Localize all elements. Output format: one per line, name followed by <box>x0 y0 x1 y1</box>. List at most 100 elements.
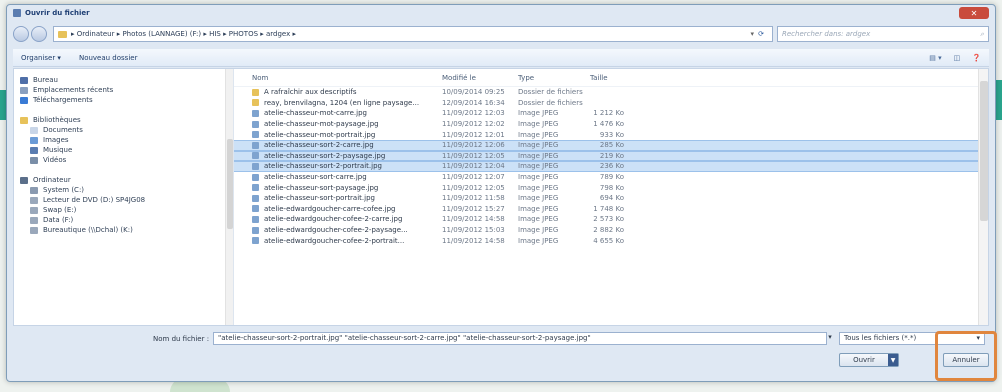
file-name: atelie-chasseur-sort-2-carre.jpg <box>264 141 374 150</box>
views-icon[interactable]: ▤ ▾ <box>929 54 941 62</box>
sidebar-item[interactable]: Téléchargements <box>20 95 233 105</box>
search-icon[interactable]: ⌕ <box>980 30 984 39</box>
help-icon[interactable]: ❓ <box>972 54 981 62</box>
sidebar-item[interactable]: Vidéos <box>20 155 233 165</box>
file-row[interactable]: atelie-edwardgoucher-cofee-2-paysage... 1… <box>234 225 988 236</box>
file-row[interactable]: atelie-chasseur-sort-2-carre.jpg 11/09/20… <box>234 139 988 151</box>
file-name-cell: atelie-edwardgoucher-cofee-2-paysage... <box>252 226 442 234</box>
file-name: atelie-chasseur-sort-2-portrait.jpg <box>264 162 382 171</box>
file-row[interactable]: atelie-edwardgoucher-cofee-2-carre.jpg 11… <box>234 214 988 225</box>
image-file-icon <box>252 215 259 223</box>
file-type: Image JPEG <box>518 162 559 171</box>
file-name: atelie-chasseur-sort-portrait.jpg <box>264 194 375 203</box>
folder-icon <box>58 30 67 38</box>
close-button[interactable]: ✕ <box>959 7 989 19</box>
file-row[interactable]: atelie-edwardgoucher-carre-cofee.jpg 11/0… <box>234 204 988 215</box>
file-type: Image JPEG <box>518 226 559 235</box>
file-list-scrollbar[interactable] <box>978 69 988 325</box>
sidebar-item-label: Bibliothèques <box>33 116 81 124</box>
image-file-icon <box>252 120 259 128</box>
sidebar-item[interactable]: Data (F:) <box>20 215 233 225</box>
file-row[interactable]: atelie-edwardgoucher-cofee-2-portrait...… <box>234 235 988 246</box>
sidebar-item[interactable]: Ordinateur <box>20 175 233 185</box>
organize-button[interactable]: Organiser ▾ <box>21 54 61 62</box>
search-input[interactable]: Rechercher dans: ardgex ⌕ <box>777 26 989 42</box>
sidebar-item[interactable]: Bibliothèques <box>20 115 233 125</box>
forward-button[interactable] <box>31 26 47 42</box>
file-name: atelie-edwardgoucher-cofee-2-paysage... <box>264 226 408 235</box>
open-split-arrow-icon[interactable]: ▼ <box>888 354 898 366</box>
file-row[interactable]: atelie-chasseur-mot-paysage.jpg 11/09/201… <box>234 119 988 130</box>
sidebar-item-label: Swap (E:) <box>43 206 77 214</box>
column-date-header[interactable]: Modifié le <box>442 74 518 82</box>
sidebar-item-icon <box>20 116 28 124</box>
sidebar-item[interactable]: System (C:) <box>20 185 233 195</box>
file-name-cell: atelie-edwardgoucher-cofee-2-carre.jpg <box>252 215 442 223</box>
file-name-cell: atelie-chasseur-mot-paysage.jpg <box>252 120 442 128</box>
new-folder-button[interactable]: Nouveau dossier <box>79 54 138 62</box>
image-file-icon <box>252 162 259 170</box>
address-bar[interactable]: ▸ Ordinateur ▸ Photos (LANNAGE) (F:) ▸ H… <box>53 26 773 42</box>
file-date: 11/09/2012 11:58 <box>442 194 505 203</box>
file-row[interactable]: atelie-chasseur-mot-portrait.jpg 11/09/20… <box>234 129 988 140</box>
file-name: atelie-chasseur-mot-portrait.jpg <box>264 130 376 139</box>
refresh-icon[interactable]: ⟳ <box>754 30 768 38</box>
sidebar-item[interactable]: Swap (E:) <box>20 205 233 215</box>
highlight-annotation <box>935 331 997 381</box>
sidebar-item-icon <box>30 136 38 144</box>
preview-pane-icon[interactable]: ◫ <box>954 54 961 62</box>
file-name: atelie-chasseur-sort-2-paysage.jpg <box>264 151 386 160</box>
sidebar-item-label: Ordinateur <box>33 176 71 184</box>
file-row[interactable]: atelie-chasseur-sort-portrait.jpg 11/09/2… <box>234 193 988 204</box>
sidebar-scrollbar[interactable] <box>225 69 233 325</box>
file-date: 11/09/2012 14:58 <box>442 236 505 245</box>
file-row[interactable]: atelie-chasseur-mot-carre.jpg 11/09/2012 … <box>234 108 988 119</box>
file-row[interactable]: A rafraîchir aux descriptifs 10/09/2014 0… <box>234 87 988 98</box>
sidebar-item[interactable]: Emplacements récents <box>20 85 233 95</box>
sidebar-item[interactable]: Images <box>20 135 233 145</box>
filename-input[interactable]: "atelie-chasseur-sort-2-portrait.jpg" "a… <box>213 332 827 345</box>
filename-label: Nom du fichier : <box>153 335 210 343</box>
image-file-icon <box>252 226 259 234</box>
file-name-cell: atelie-edwardgoucher-cofee-2-portrait... <box>252 237 442 245</box>
file-name: reay, brenvilagna, 1204 (en ligne paysag… <box>264 98 420 107</box>
sidebar-item-label: Documents <box>43 126 83 134</box>
file-type: Dossier de fichiers <box>518 98 583 107</box>
column-name-header[interactable]: Nom <box>252 74 442 82</box>
file-date: 11/09/2012 12:03 <box>442 109 505 118</box>
sidebar-item[interactable]: Documents <box>20 125 233 135</box>
open-button[interactable]: Ouvrir ▼ <box>839 353 899 367</box>
file-row[interactable]: atelie-chasseur-sort-carre.jpg 11/09/2012… <box>234 172 988 183</box>
sidebar-item-icon <box>30 226 38 234</box>
sidebar-item[interactable]: Bureau <box>20 75 233 85</box>
file-size: 694 Ko <box>599 194 624 203</box>
column-size-header[interactable]: Taille <box>590 74 650 82</box>
file-row[interactable]: atelie-chasseur-sort-2-paysage.jpg 11/09/… <box>234 150 988 162</box>
folder-icon <box>252 88 259 96</box>
browser-area: Bureau Emplacements récents Téléchargement… <box>13 68 989 326</box>
sidebar-item[interactable]: Musique <box>20 145 233 155</box>
sidebar-item-icon <box>20 176 28 184</box>
back-button[interactable] <box>13 26 29 42</box>
file-row[interactable]: reay, brenvilagna, 1204 (en ligne paysag… <box>234 98 988 109</box>
image-file-icon <box>252 184 259 192</box>
file-date: 11/09/2012 12:02 <box>442 120 505 129</box>
sidebar-item[interactable]: Bureautique (\\Dchal) (K:) <box>20 225 233 235</box>
image-file-icon <box>252 141 259 149</box>
sidebar-scroll-thumb[interactable] <box>227 139 233 229</box>
sidebar-item-label: Data (F:) <box>43 216 74 224</box>
sidebar-item-icon <box>20 86 28 94</box>
file-row[interactable]: atelie-chasseur-sort-paysage.jpg 11/09/20… <box>234 182 988 193</box>
image-file-icon <box>252 173 259 181</box>
file-list-scroll-thumb[interactable] <box>980 81 988 221</box>
open-file-dialog: Ouvrir du fichier ✕ ▸ Ordinateur ▸ Photo… <box>6 4 996 382</box>
filename-dropdown-icon[interactable]: ▾ <box>825 333 835 344</box>
file-name-cell: atelie-chasseur-mot-carre.jpg <box>252 109 442 117</box>
file-list: Nom Modifié le Type Taille A rafraîchir … <box>234 69 988 325</box>
column-type-header[interactable]: Type <box>518 74 590 82</box>
file-row[interactable]: atelie-chasseur-sort-2-portrait.jpg 11/09… <box>234 161 988 172</box>
sidebar-item[interactable]: Lecteur de DVD (D:) SP4JG08 <box>20 195 233 205</box>
sidebar-item-label: Musique <box>43 146 73 154</box>
file-size: 219 Ko <box>599 151 624 160</box>
file-size: 4 655 Ko <box>593 236 624 245</box>
